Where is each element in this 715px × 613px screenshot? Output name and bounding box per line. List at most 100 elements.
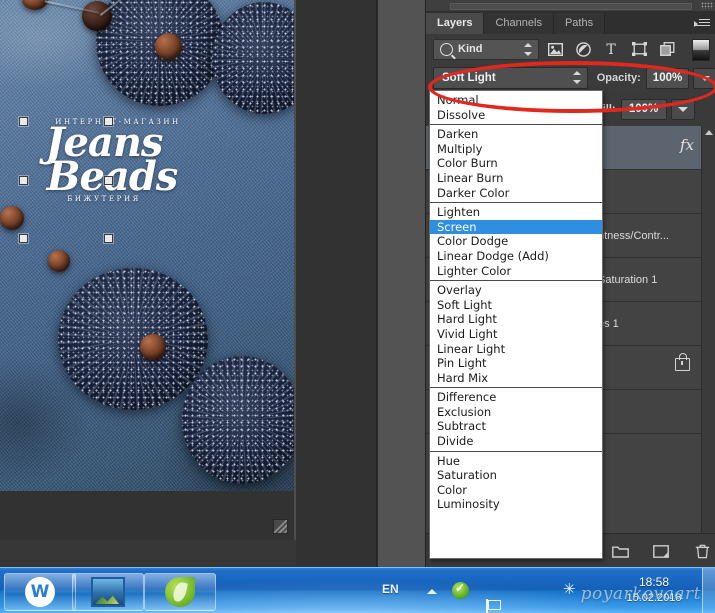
workspace-background [296,0,377,568]
transform-handle[interactable] [104,234,113,243]
opacity-value[interactable]: 100% [645,67,690,89]
opacity-dropdown-button[interactable] [693,67,715,89]
menu-item-hard-light[interactable]: Hard Light [430,312,602,327]
document-window: ИНТЕРНЕТ-МАГАЗИН Jeans Beads БИЖУТЕРИЯ [0,0,296,540]
menu-item-color-burn[interactable]: Color Burn [430,156,602,171]
taskbar-button-coreldraw[interactable] [144,573,216,611]
dropdown-group: Overlay Soft Light Hard Light Vivid Ligh… [430,280,602,387]
menu-item-dissolve[interactable]: Dissolve [430,108,602,123]
menu-item-vivid-light[interactable]: Vivid Light [430,327,602,342]
menu-item-exclusion[interactable]: Exclusion [430,405,602,420]
transform-handle[interactable] [19,234,28,243]
chevron-down-icon [699,75,710,81]
transform-handle[interactable] [104,176,113,185]
taskbar-button-photo-viewer[interactable] [72,573,144,611]
fill-dropdown-button[interactable] [670,98,695,120]
menu-item-normal[interactable]: Normal [430,93,602,108]
wooden-bead [155,33,182,60]
panel-grip-icon [701,2,713,9]
smart-object-filter-icon[interactable] [655,38,679,60]
transform-handle[interactable] [19,117,28,126]
menu-item-linear-light[interactable]: Linear Light [430,342,602,357]
blend-mode-select[interactable]: Soft Light [433,67,588,89]
photo-viewer-app-icon [91,577,125,607]
taskbar-button-wordpress[interactable]: W [4,573,76,611]
action-center-icon[interactable]: ✳ [563,582,580,599]
tab-layers[interactable]: Layers [426,13,485,34]
antivirus-shield-icon[interactable] [452,581,469,599]
dropdown-group: Darken Multiply Color Burn Linear Burn D… [430,124,602,202]
dropdown-group: Difference Exclusion Subtract Divide [430,387,602,450]
show-desktop-button[interactable] [702,568,715,613]
menu-item-color[interactable]: Color [430,483,602,498]
windows-taskbar: W EN ✳ 18:58 15.02.2018 poyarkovaart [0,567,715,613]
wooden-bead [82,1,112,31]
transform-handle[interactable] [19,176,28,185]
filter-kind-label: Kind [458,43,483,55]
menu-item-multiply[interactable]: Multiply [430,142,602,157]
menu-item-screen[interactable]: Screen [430,219,602,235]
menu-item-luminosity[interactable]: Luminosity [430,497,602,512]
menu-item-lighten[interactable]: Lighten [430,205,602,220]
filter-kind-select[interactable]: Kind [433,38,539,60]
menu-item-hue[interactable]: Hue [430,454,602,469]
screenshot-root: ИНТЕРНЕТ-МАГАЗИН Jeans Beads БИЖУТЕРИЯ [0,0,715,613]
type-layer-filter-icon[interactable]: T [599,38,623,60]
new-layer-icon[interactable] [647,538,673,564]
layer-effects-fx-icon[interactable]: fx [680,136,694,154]
shape-layer-filter-icon[interactable] [627,38,651,60]
tab-paths[interactable]: Paths [553,13,606,34]
menu-item-linear-dodge-add[interactable]: Linear Dodge (Add) [430,249,602,264]
chevron-updown-icon [524,42,532,56]
coreldraw-app-icon [165,577,195,607]
network-flag-icon[interactable] [484,599,501,613]
transform-handle[interactable] [104,117,113,126]
menu-item-color-dodge[interactable]: Color Dodge [430,234,602,249]
beaded-flower-bottom-right [182,356,294,484]
fill-value[interactable]: 100% [620,98,667,120]
panel-drag-bar[interactable] [450,3,692,10]
opacity-label: Opacity: [596,72,641,84]
image-watermark: poyarkovaart [580,584,701,604]
wordpress-app-icon: W [25,577,55,607]
chevron-updown-icon [572,71,581,84]
menu-item-difference[interactable]: Difference [430,390,602,405]
wooden-bead [48,250,70,272]
collapsed-panel-rail[interactable] [377,0,426,568]
language-indicator[interactable]: EN [382,582,399,596]
document-bottom-gutter [0,491,294,540]
filter-toggle-swatch[interactable] [692,39,710,61]
blend-mode-dropdown-list[interactable]: Normal Dissolve Darken Multiply Color Bu… [429,90,603,559]
delete-layer-icon[interactable] [690,538,715,564]
show-hidden-icons-arrow[interactable] [427,589,437,594]
layer-list-scrollbar[interactable] [701,126,715,534]
menu-item-overlay[interactable]: Overlay [430,283,602,298]
menu-item-darker-color[interactable]: Darker Color [430,186,602,201]
new-group-icon[interactable] [607,538,633,564]
menu-item-divide[interactable]: Divide [430,434,602,449]
panel-tab-bar: Layers Channels Paths [426,11,715,34]
panel-menu-icon[interactable] [694,19,710,30]
beaded-flower-bottom [58,268,208,410]
dropdown-group: Lighten Screen Color Dodge Linear Dodge … [430,202,602,280]
menu-item-linear-burn[interactable]: Linear Burn [430,171,602,186]
dropdown-group: Normal Dissolve [430,91,602,124]
adjustment-layer-filter-icon[interactable] [571,38,595,60]
pixel-layer-filter-icon[interactable] [543,38,567,60]
window-resize-grip[interactable] [273,519,288,534]
menu-item-saturation[interactable]: Saturation [430,468,602,483]
svg-text:T: T [606,42,616,56]
menu-item-soft-light[interactable]: Soft Light [430,298,602,313]
image-canvas[interactable]: ИНТЕРНЕТ-МАГАЗИН Jeans Beads БИЖУТЕРИЯ [0,0,294,491]
fill-bar: Fill: 100% [596,96,715,122]
lock-icon [675,353,690,371]
tab-channels[interactable]: Channels [484,13,554,34]
scroll-up-arrow-icon[interactable] [705,130,713,135]
menu-item-lighter-color[interactable]: Lighter Color [430,264,602,279]
menu-item-subtract[interactable]: Subtract [430,419,602,434]
menu-item-pin-light[interactable]: Pin Light [430,356,602,371]
wooden-bead [0,206,24,230]
menu-item-darken[interactable]: Darken [430,127,602,142]
menu-item-hard-mix[interactable]: Hard Mix [430,371,602,386]
wooden-bead [140,334,166,360]
